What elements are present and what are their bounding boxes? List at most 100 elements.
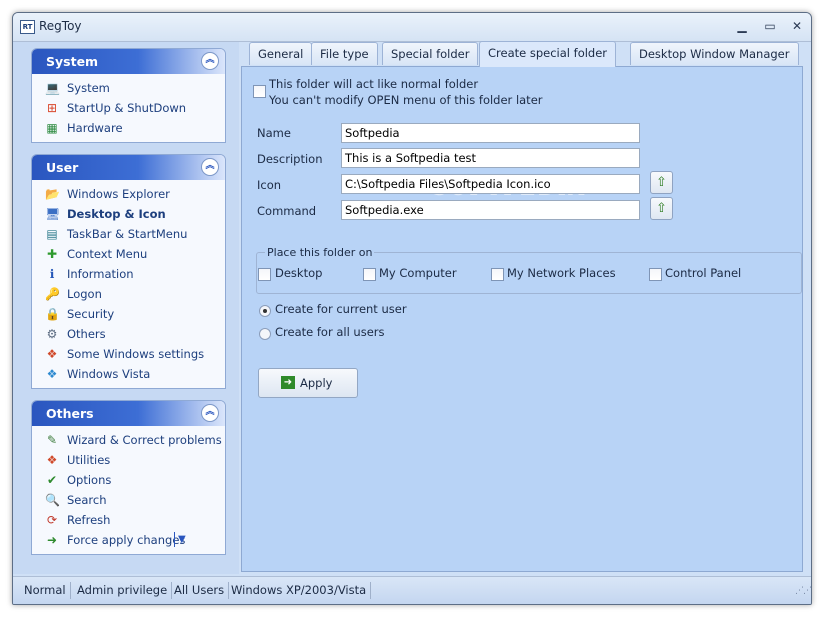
- create-current-user-radio[interactable]: [259, 305, 271, 317]
- folder-explorer-icon: 📂: [45, 187, 60, 201]
- sidebar-item-context-menu[interactable]: ✚ Context Menu: [32, 244, 225, 264]
- description-input[interactable]: This is a Softpedia test: [341, 148, 640, 168]
- app-icon: RT: [20, 20, 35, 34]
- normal-folder-label-line2: You can't modify OPEN menu of this folde…: [269, 93, 543, 107]
- group-header-others[interactable]: Others ︽: [32, 401, 225, 426]
- desktop-checkbox[interactable]: [258, 268, 271, 281]
- control-panel-checkbox[interactable]: [649, 268, 662, 281]
- normal-folder-checkbox[interactable]: [253, 85, 266, 98]
- options-icon: ✔: [46, 473, 58, 487]
- sidebar-item-label: System: [67, 81, 110, 95]
- group-user: User ︽ 📂 Windows Explorer 🖥 Desktop & Icon ▤…: [31, 154, 226, 389]
- sidebar-item-logon[interactable]: 🔑 Logon: [32, 284, 225, 304]
- status-privilege: Admin privilege: [73, 582, 173, 599]
- create-special-folder-panel: SOFTPEDIA This folder will act like norm…: [241, 66, 803, 572]
- collapse-chevron-icon[interactable]: ︽: [201, 52, 219, 70]
- tab-special-folder[interactable]: Special folder: [382, 42, 479, 65]
- windows-vista-icon: ❖: [46, 367, 58, 381]
- desktop-checkbox-label: Desktop: [275, 266, 323, 280]
- sidebar-item-label: Security: [67, 307, 115, 321]
- icon-path-input[interactable]: C:\Softpedia Files\Softpedia Icon.ico: [341, 174, 640, 194]
- sidebar-item-hardware[interactable]: ▦ Hardware: [32, 118, 225, 138]
- sidebar-item-some-windows-settings[interactable]: ❖ Some Windows settings: [32, 344, 225, 364]
- sidebar-item-desktop-icon[interactable]: 🖥 Desktop & Icon: [32, 204, 225, 224]
- sidebar-item-label: Others: [67, 327, 106, 341]
- tab-bar: General File type Special folder Create …: [241, 41, 805, 67]
- browse-command-button[interactable]: ⇧: [650, 197, 673, 220]
- folder-up-arrow-icon: ⇧: [656, 201, 667, 216]
- place-folder-group: Place this folder on Desktop My Computer…: [256, 246, 802, 294]
- sidebar-item-information[interactable]: ℹ Information: [32, 264, 225, 284]
- description-label: Description: [257, 152, 323, 166]
- create-current-user-label: Create for current user: [275, 302, 407, 316]
- sidebar-item-label: Search: [67, 493, 107, 507]
- sidebar-item-label: Utilities: [67, 453, 111, 467]
- icon-label: Icon: [257, 178, 282, 192]
- resize-grip-icon[interactable]: ⋰⋰: [795, 587, 811, 600]
- sidebar-item-system[interactable]: 💻 System: [32, 78, 225, 98]
- collapse-chevron-icon[interactable]: ︽: [201, 158, 219, 176]
- my-network-places-checkbox[interactable]: [491, 268, 504, 281]
- name-input[interactable]: Softpedia: [341, 123, 640, 143]
- sidebar-item-label: Logon: [67, 287, 102, 301]
- command-label: Command: [257, 204, 317, 218]
- minimize-button[interactable]: ▁: [733, 18, 751, 34]
- group-others: Others ︽ ✎ Wizard & Correct problems ❖ Util…: [31, 400, 226, 555]
- sidebar-item-refresh[interactable]: ⟳ Refresh: [32, 510, 225, 530]
- dropdown-arrow-icon[interactable]: ▼: [174, 532, 186, 547]
- title-bar: RT RegToy ▁ ▭ ✕: [13, 13, 811, 42]
- tab-file-type[interactable]: File type: [311, 42, 378, 65]
- windows-flag-icon: ⊞: [46, 101, 58, 115]
- command-input[interactable]: Softpedia.exe: [341, 200, 640, 220]
- status-bar: Normal Admin privilege All Users Windows…: [13, 576, 811, 604]
- collapse-chevron-icon[interactable]: ︽: [201, 404, 219, 422]
- sidebar-item-search[interactable]: 🔍 Search: [32, 490, 225, 510]
- create-all-users-radio[interactable]: [259, 328, 271, 340]
- sidebar-item-label: Options: [67, 473, 112, 487]
- group-header-system[interactable]: System ︽: [32, 49, 225, 74]
- sidebar-item-label: Windows Explorer: [67, 187, 170, 201]
- status-mode: Normal: [20, 582, 71, 599]
- sidebar-item-windows-explorer[interactable]: 📂 Windows Explorer: [32, 184, 225, 204]
- group-header-user[interactable]: User ︽: [32, 155, 225, 180]
- sidebar-item-wizard-correct-problems[interactable]: ✎ Wizard & Correct problems: [32, 430, 225, 450]
- refresh-icon: ⟳: [46, 513, 58, 527]
- my-computer-checkbox[interactable]: [363, 268, 376, 281]
- computer-icon: 💻: [45, 81, 60, 95]
- sidebar-item-force-apply-changes[interactable]: ➜ Force apply changes ▼: [32, 530, 225, 550]
- sidebar-item-windows-vista[interactable]: ❖ Windows Vista: [32, 364, 225, 384]
- maximize-button[interactable]: ▭: [761, 18, 779, 34]
- sidebar-item-label: Context Menu: [67, 247, 148, 261]
- browse-icon-button[interactable]: ⇧: [650, 171, 673, 194]
- force-apply-icon: ➜: [46, 533, 58, 547]
- circuit-board-icon: ▦: [46, 121, 58, 135]
- lock-icon: 🔒: [45, 307, 60, 321]
- utilities-icon: ❖: [46, 453, 58, 467]
- sidebar-item-security[interactable]: 🔒 Security: [32, 304, 225, 324]
- key-icon: 🔑: [45, 287, 60, 301]
- folder-up-arrow-icon: ⇧: [656, 175, 667, 190]
- apply-button[interactable]: ➜ Apply: [258, 368, 358, 398]
- sidebar-item-others[interactable]: ⚙ Others: [32, 324, 225, 344]
- tab-desktop-window-manager[interactable]: Desktop Window Manager: [630, 42, 799, 65]
- status-scope: All Users: [170, 582, 230, 599]
- sidebar-item-label: TaskBar & StartMenu: [67, 227, 188, 241]
- wizard-icon: ✎: [46, 433, 58, 447]
- tab-create-special-folder[interactable]: Create special folder: [479, 41, 617, 67]
- sidebar-item-label: Information: [67, 267, 134, 281]
- group-system: System ︽ 💻 System ⊞ StartUp & ShutDown ▦ Hard…: [31, 48, 226, 143]
- plus-icon: ✚: [46, 247, 58, 261]
- sidebar-item-utilities[interactable]: ❖ Utilities: [32, 450, 225, 470]
- sidebar-item-startup-shutdown[interactable]: ⊞ StartUp & ShutDown: [32, 98, 225, 118]
- windows-logo-icon: ❖: [46, 347, 58, 361]
- group-title: System: [46, 54, 99, 69]
- sidebar-item-label: Windows Vista: [67, 367, 151, 381]
- sidebar-item-label: Desktop & Icon: [67, 207, 166, 221]
- tab-general[interactable]: General: [249, 42, 313, 65]
- apply-arrow-icon: ➜: [281, 376, 295, 389]
- group-title: Others: [46, 406, 94, 421]
- close-button[interactable]: ✕: [788, 18, 806, 34]
- sidebar-item-options[interactable]: ✔ Options: [32, 470, 225, 490]
- sidebar-item-taskbar-startmenu[interactable]: ▤ TaskBar & StartMenu: [32, 224, 225, 244]
- search-icon: 🔍: [45, 493, 60, 507]
